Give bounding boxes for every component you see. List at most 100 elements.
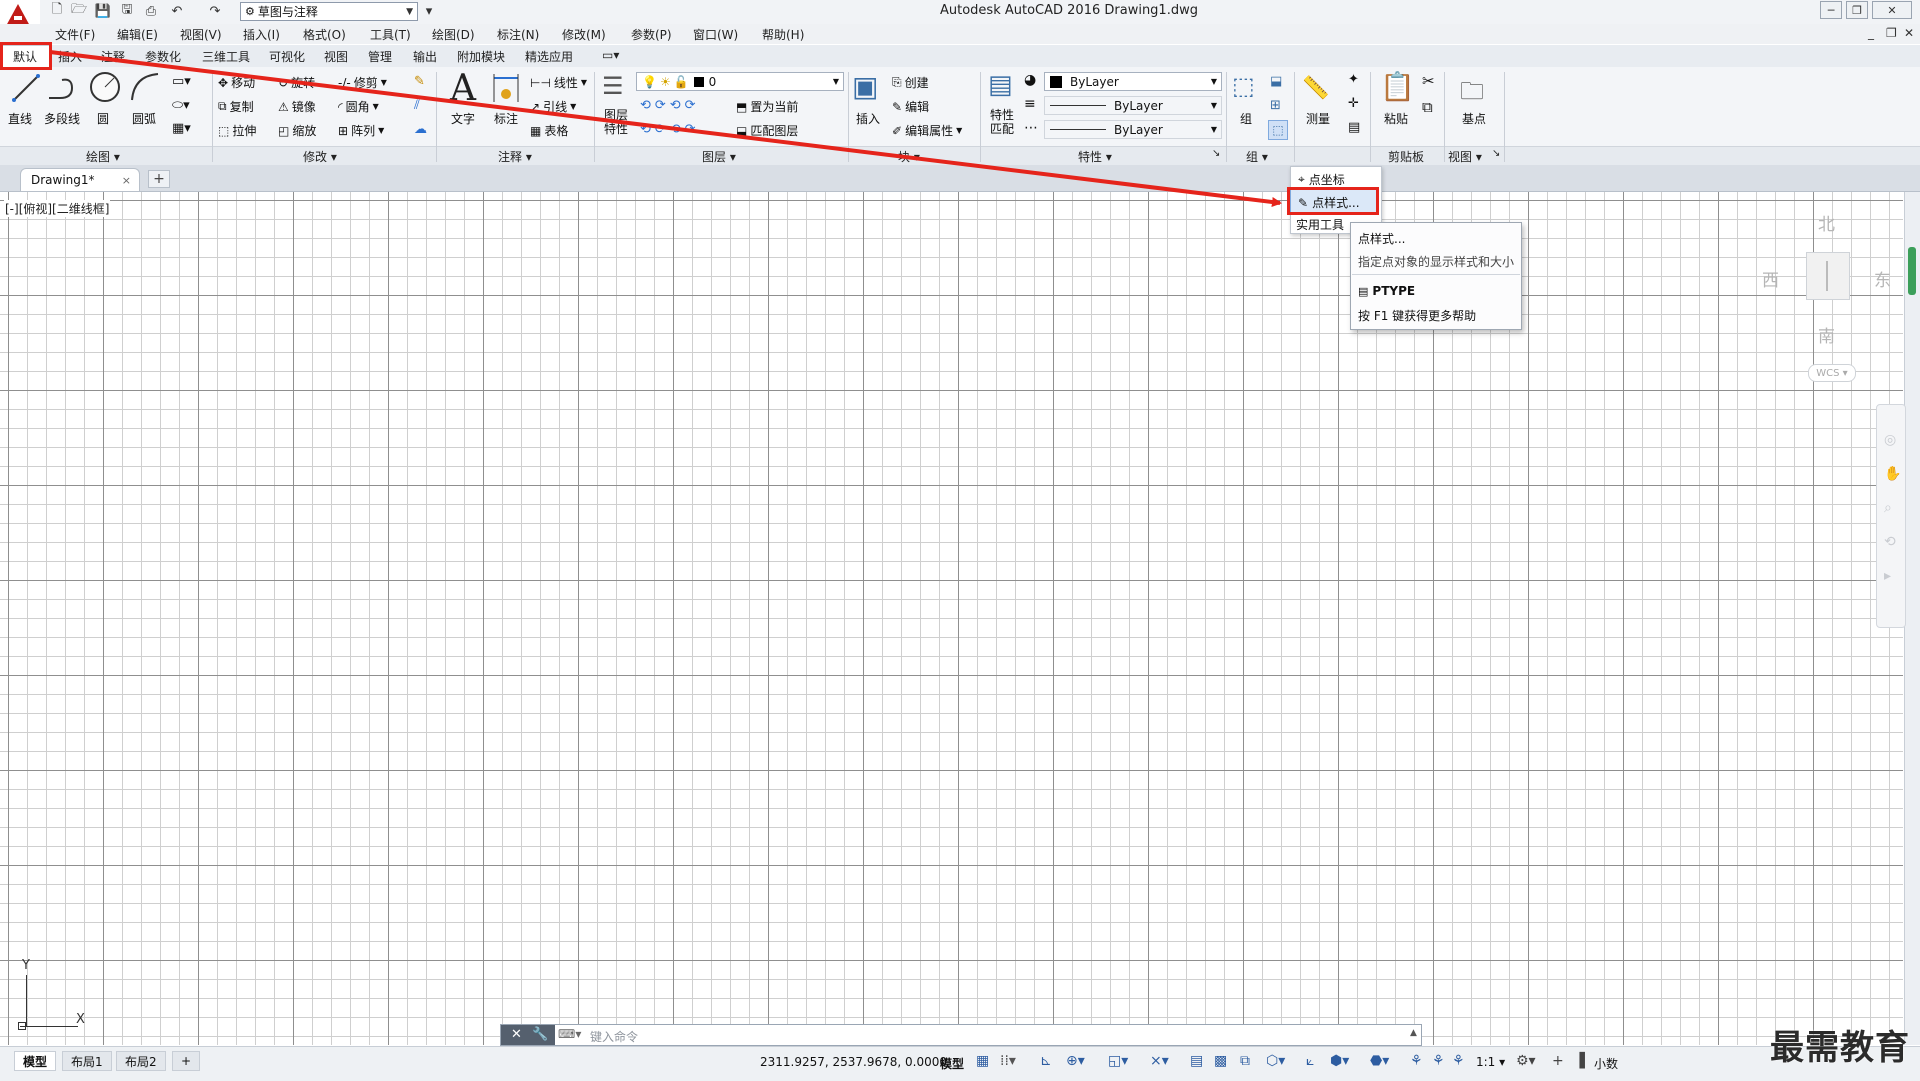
id-point-icon[interactable]: ✛ xyxy=(1348,96,1359,111)
panel-title-draw[interactable]: 绘图 ▾ xyxy=(86,148,120,165)
workspace-switch-icon[interactable]: ⚙▾ xyxy=(1516,1053,1536,1069)
offset-icon[interactable]: ⫽ xyxy=(414,98,420,113)
auto-scale-icon[interactable]: ⚘ xyxy=(1432,1053,1445,1069)
table-button[interactable]: ▦ 表格 xyxy=(530,122,568,139)
explode-icon[interactable]: ☁ xyxy=(414,122,427,137)
menu-parametric[interactable]: 参数(P) xyxy=(631,26,672,43)
menu-file[interactable]: 文件(F) xyxy=(55,26,95,43)
panel-title-annotation[interactable]: 注释 ▾ xyxy=(498,148,532,165)
redo-icon[interactable]: ↷ xyxy=(206,2,224,20)
scrollbar-thumb[interactable] xyxy=(1908,247,1916,295)
layer-dropdown[interactable]: 💡 ☀ 🔓 0 ▼ xyxy=(636,72,844,91)
panel-title-view[interactable]: 视图 ▾ xyxy=(1448,148,1482,165)
units-value[interactable]: 小数 xyxy=(1594,1055,1618,1072)
move-button[interactable]: ✥ 移动 xyxy=(218,74,255,91)
menu-edit[interactable]: 编辑(E) xyxy=(117,26,158,43)
group-icon[interactable]: ⬚ xyxy=(1232,72,1255,100)
cut-icon[interactable]: ✂ xyxy=(1422,72,1435,90)
dropdown-item-point-coords[interactable]: ⌖ 点坐标 xyxy=(1298,171,1345,188)
array-button[interactable]: ⊞ 阵列 ▼ xyxy=(338,122,384,139)
color-dropdown[interactable]: ByLayer ▼ xyxy=(1044,72,1222,91)
annotation-visibility-icon[interactable]: ⚘ xyxy=(1410,1053,1423,1069)
3d-osnap-icon[interactable]: ⬡▾ xyxy=(1266,1053,1285,1069)
panel-title-groups[interactable]: 组 ▾ xyxy=(1246,148,1268,165)
quick-access-customize-icon[interactable]: ▾ xyxy=(420,2,438,20)
close-icon[interactable]: × xyxy=(122,174,131,187)
command-line[interactable] xyxy=(500,1024,1422,1046)
lineweight-status-icon[interactable]: ▤ xyxy=(1190,1053,1203,1069)
hatch-icon[interactable]: ▦▾ xyxy=(172,121,191,136)
viewcube-south[interactable]: 南 xyxy=(1818,322,1835,347)
match-layer-button[interactable]: ⬓ 匹配图层 xyxy=(736,122,798,139)
grid-icon[interactable]: ▦ xyxy=(976,1053,989,1069)
restore-button[interactable]: ❐ xyxy=(1846,1,1868,19)
tab-manage[interactable]: 管理 xyxy=(368,48,392,65)
rectangle-icon[interactable]: ▭▾ xyxy=(172,74,191,89)
dropdown-panel-title-utilities[interactable]: 实用工具 xyxy=(1296,216,1344,233)
circle-icon[interactable] xyxy=(88,70,122,104)
close-window-button[interactable]: ✕ xyxy=(1872,1,1912,19)
save-icon[interactable]: 💾 xyxy=(94,2,112,20)
print-icon[interactable]: ⎙ xyxy=(142,2,160,20)
snap-icon[interactable]: ⁞⁞▾ xyxy=(1000,1053,1016,1069)
group-selection-icon[interactable]: ⬚ xyxy=(1268,120,1288,140)
osnap-icon[interactable]: ◱▾ xyxy=(1108,1053,1128,1069)
otrack-icon[interactable]: ⨯▾ xyxy=(1150,1053,1169,1069)
point-icon[interactable]: ✦ xyxy=(1348,72,1359,87)
tab-insert[interactable]: 插入 xyxy=(58,48,82,65)
edit-attributes-button[interactable]: ✐ 编辑属性 ▼ xyxy=(892,122,962,139)
menu-window[interactable]: 窗口(W) xyxy=(693,26,738,43)
menu-insert[interactable]: 插入(I) xyxy=(243,26,280,43)
trim-button[interactable]: -/- 修剪 ▼ xyxy=(338,74,387,91)
model-space-toggle[interactable]: 模型 xyxy=(940,1055,964,1072)
paste-icon[interactable]: 📋 xyxy=(1380,70,1415,103)
doc-close-icon[interactable]: ✕ xyxy=(1904,26,1914,40)
layout-tab-layout1[interactable]: 布局1 xyxy=(62,1051,112,1071)
color-wheel-icon[interactable]: ◕ xyxy=(1024,72,1036,88)
doc-restore-icon[interactable]: ❐ xyxy=(1886,26,1897,40)
properties-launcher-icon[interactable]: ↘ xyxy=(1212,148,1220,159)
selection-filter-icon[interactable]: ⬢▾ xyxy=(1330,1053,1349,1069)
menu-modify[interactable]: 修改(M) xyxy=(562,26,606,43)
doc-tab-drawing1[interactable]: Drawing1* × xyxy=(20,168,140,191)
panel-title-layers[interactable]: 图层 ▾ xyxy=(702,148,736,165)
erase-icon[interactable]: ✎ xyxy=(414,74,425,89)
calculator-icon[interactable]: ▤ xyxy=(1348,120,1360,135)
wcs-menu[interactable]: WCS ▾ xyxy=(1808,364,1856,382)
menu-dimension[interactable]: 标注(N) xyxy=(497,26,539,43)
menu-view[interactable]: 视图(V) xyxy=(180,26,222,43)
leader-button[interactable]: ↗ 引线 ▼ xyxy=(530,98,576,115)
new-file-icon[interactable]: 🗋 xyxy=(48,2,66,20)
copy-button[interactable]: ⧉ 复制 xyxy=(218,98,254,115)
tab-annotate[interactable]: 注释 xyxy=(101,48,125,65)
linetype-dropdown[interactable]: ByLayer ▼ xyxy=(1044,96,1222,115)
menu-tools[interactable]: 工具(T) xyxy=(370,26,411,43)
ortho-icon[interactable]: ⊾ xyxy=(1040,1053,1052,1069)
tab-3d-tools[interactable]: 三维工具 xyxy=(202,48,250,65)
rotate-button[interactable]: ↻ 旋转 xyxy=(278,74,315,91)
command-input[interactable]: 键入命令 xyxy=(590,1028,638,1045)
text-icon[interactable]: A xyxy=(450,68,476,109)
close-icon[interactable]: ✕ xyxy=(511,1027,522,1042)
wrench-icon[interactable]: 🔧 xyxy=(532,1027,548,1042)
panel-title-properties[interactable]: 特性 ▾ xyxy=(1078,148,1112,165)
save-as-icon[interactable]: 🖫 xyxy=(118,2,136,20)
tab-featured-apps[interactable]: 精选应用 xyxy=(525,48,573,65)
doc-minimize-icon[interactable]: _ xyxy=(1868,26,1874,40)
stretch-button[interactable]: ⬚ 拉伸 xyxy=(218,122,256,139)
group-edit-icon[interactable]: ⊞ xyxy=(1270,98,1281,113)
line-icon[interactable] xyxy=(10,72,42,104)
annotation-monitor-icon[interactable]: + xyxy=(1552,1053,1564,1069)
edit-block-button[interactable]: ✎ 编辑 xyxy=(892,98,929,115)
add-layout-button[interactable]: + xyxy=(172,1051,201,1071)
tab-view[interactable]: 视图 xyxy=(324,48,348,65)
menu-format[interactable]: 格式(O) xyxy=(303,26,346,43)
undo-icon[interactable]: ↶ xyxy=(168,2,186,20)
menu-draw[interactable]: 绘图(D) xyxy=(432,26,475,43)
annotation-scale-icon[interactable]: ⚘ xyxy=(1452,1053,1465,1069)
panel-title-clipboard[interactable]: 剪贴板 xyxy=(1388,148,1424,165)
tab-output[interactable]: 输出 xyxy=(413,48,437,65)
tab-addins[interactable]: 附加模块 xyxy=(457,48,505,65)
units-icon[interactable]: ▐ xyxy=(1574,1053,1585,1069)
fillet-button[interactable]: ◜ 圆角 ▼ xyxy=(338,98,379,115)
